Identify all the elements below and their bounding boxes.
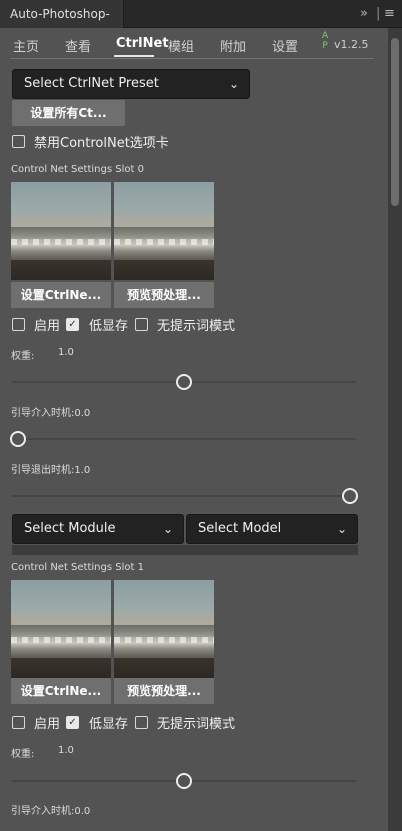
slot-0-set-ctrlnet-button[interactable]: 设置CtrlNe... — [11, 282, 111, 308]
tab-modules[interactable]: 模组 — [168, 36, 194, 55]
slot-0-guidance-end-slider[interactable] — [12, 495, 356, 497]
slot-0-model-status-bar — [12, 545, 358, 555]
divider: | — [376, 6, 381, 21]
slot-1-guidance-start-label: 引导介入时机:0.0 — [11, 806, 91, 817]
slot-0-guidance-end-thumb[interactable] — [342, 488, 358, 504]
brand-letter-p: P — [322, 41, 328, 51]
slot-1-guessmode-label: 无提示词模式 — [157, 717, 236, 732]
panel-title-tab[interactable]: Auto-Photoshop-SD — [0, 0, 124, 49]
slot-1-heading: Control Net Settings Slot 1 — [11, 562, 144, 573]
slot-1-weight-label: 权重: — [11, 749, 35, 760]
slot-0-guidance-start-thumb[interactable] — [10, 431, 26, 447]
chevron-down-icon: ⌄ — [336, 522, 347, 536]
checkmark-icon: ✓ — [68, 319, 77, 330]
slot-0-guidance-end-label: 引导退出时机:1.0 — [11, 465, 91, 476]
menu-icon[interactable]: ≡ — [384, 6, 395, 21]
scrollbar-thumb[interactable] — [391, 38, 399, 206]
slot-0-enable-label: 启用 — [34, 319, 61, 334]
slot-0-model-select[interactable]: Select Model ⌄ — [186, 514, 358, 544]
slot-0-preprocessed-image[interactable] — [114, 182, 214, 280]
slot-0-guessmode-checkbox[interactable] — [135, 318, 148, 331]
slot-0-weight-value: 1.0 — [58, 347, 74, 358]
ctrlnet-panel: 主页 查看 CtrlNet 模组 附加 设置 A P v1.2.5 Select… — [0, 28, 388, 831]
brand-logo: A P — [322, 31, 328, 51]
set-all-ctrlnet-button[interactable]: 设置所有Ct... — [12, 100, 125, 126]
double-chevron-right-icon[interactable]: » — [360, 6, 368, 21]
slot-1-preprocessed-image[interactable] — [114, 580, 214, 678]
slot-0-weight-label: 权重: — [11, 351, 35, 362]
version-label: v1.2.5 — [334, 38, 369, 51]
active-tab-indicator — [114, 55, 154, 57]
preset-select-value: Select CtrlNet Preset — [24, 76, 159, 91]
tab-settings[interactable]: 设置 — [272, 36, 298, 55]
tab-bar: 主页 查看 CtrlNet 模组 附加 设置 A P v1.2.5 — [0, 28, 388, 62]
chevron-down-icon: ⌄ — [228, 77, 239, 91]
slot-0-heading: Control Net Settings Slot 0 — [11, 164, 144, 175]
chevron-down-icon: ⌄ — [162, 522, 173, 536]
slot-1-guessmode-checkbox[interactable] — [135, 716, 148, 729]
slot-1-set-ctrlnet-button[interactable]: 设置CtrlNe... — [11, 678, 111, 704]
checkmark-icon: ✓ — [68, 717, 77, 728]
tab-extras[interactable]: 附加 — [220, 36, 246, 55]
vertical-scrollbar[interactable] — [388, 28, 402, 831]
module-select-value: Select Module — [24, 521, 116, 536]
tab-home[interactable]: 主页 — [13, 36, 39, 55]
slot-0-enable-checkbox[interactable] — [12, 318, 25, 331]
slot-0-guidance-start-label: 引导介入时机:0.0 — [11, 408, 91, 419]
ctrlnet-preset-select[interactable]: Select CtrlNet Preset ⌄ — [12, 69, 250, 99]
slot-0-lowvram-label: 低显存 — [89, 319, 129, 334]
slot-1-lowvram-label: 低显存 — [89, 717, 129, 732]
tabs-divider — [10, 58, 374, 59]
disable-controlnet-tab-label: 禁用ControlNet选项卡 — [34, 136, 169, 151]
slot-0-module-select[interactable]: Select Module ⌄ — [12, 514, 184, 544]
slot-0-weight-slider-thumb[interactable] — [176, 374, 192, 390]
slot-0-guidance-start-slider[interactable] — [12, 438, 356, 440]
slot-1-lowvram-checkbox[interactable]: ✓ — [66, 716, 79, 729]
slot-0-preview-preprocess-button[interactable]: 预览预处理... — [114, 282, 214, 308]
tab-ctrlnet[interactable]: CtrlNet — [116, 36, 169, 51]
slot-1-enable-checkbox[interactable] — [12, 716, 25, 729]
panel-titlebar: Auto-Photoshop-SD » | ≡ — [0, 0, 402, 49]
brand-letter-a: A — [322, 31, 329, 41]
slot-0-guessmode-label: 无提示词模式 — [157, 319, 236, 334]
slot-1-enable-label: 启用 — [34, 717, 61, 732]
slot-1-input-image[interactable] — [11, 580, 111, 678]
slot-1-weight-value: 1.0 — [58, 745, 74, 756]
slot-1-preview-preprocess-button[interactable]: 预览预处理... — [114, 678, 214, 704]
slot-0-input-image[interactable] — [11, 182, 111, 280]
slot-1-weight-slider-thumb[interactable] — [176, 773, 192, 789]
disable-controlnet-tab-checkbox[interactable] — [12, 135, 25, 148]
model-select-value: Select Model — [198, 521, 282, 536]
tab-view[interactable]: 查看 — [65, 36, 91, 55]
slot-0-lowvram-checkbox[interactable]: ✓ — [66, 318, 79, 331]
